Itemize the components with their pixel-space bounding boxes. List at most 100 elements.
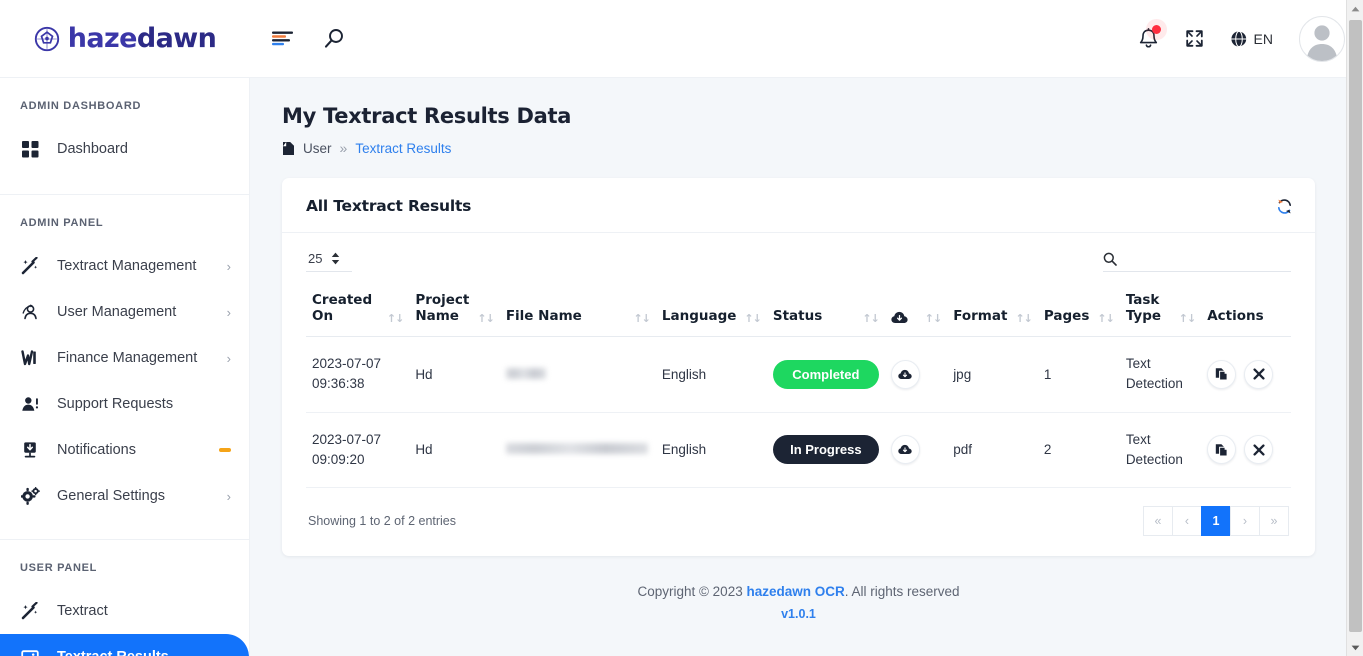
row-actions (1207, 359, 1285, 389)
page-length-value: 25 (308, 251, 323, 266)
cell-pages: 1 (1037, 336, 1120, 413)
search-icon[interactable] (324, 28, 345, 49)
breadcrumb-separator: » (339, 140, 348, 156)
cell-status: In Progress (766, 412, 885, 488)
showing-entries-text: Showing 1 to 2 of 2 entries (308, 514, 457, 528)
col-label: Language (661, 308, 737, 324)
sidebar-item-label: User Management (57, 304, 177, 320)
card-header: All Textract Results (282, 178, 1315, 233)
copyright-prefix: Copyright © 2023 (637, 584, 747, 599)
sidebar-item-textract-results[interactable]: Textract Results (0, 634, 249, 656)
close-x-icon[interactable] (1244, 359, 1274, 389)
bell-icon[interactable] (1138, 24, 1161, 50)
col-label: Status (772, 308, 823, 324)
expand-fullscreen-icon[interactable] (1185, 29, 1204, 48)
sidebar-item-general-settings[interactable]: General Settings › (0, 473, 249, 519)
col-task-type[interactable]: Task Type ↑↓ (1119, 282, 1202, 337)
gears-settings-icon (20, 487, 40, 505)
cell-download (884, 412, 948, 488)
col-status[interactable]: Status ↑↓ (766, 282, 885, 337)
sort-updown-icon: ↑↓ (744, 312, 761, 325)
cloud-download-icon[interactable] (890, 435, 920, 465)
brand-logo[interactable]: hazedawn (0, 23, 250, 54)
pagination-page-1[interactable]: 1 (1201, 506, 1231, 536)
sidebar-item-notifications[interactable]: Notifications (0, 427, 249, 473)
breadcrumb-current[interactable]: Textract Results (355, 141, 451, 156)
status-badge: In Progress (772, 435, 879, 465)
sidebar-item-support-requests[interactable]: Support Requests (0, 381, 249, 427)
results-table: Created On ↑↓ Project Name ↑↓ File Name … (306, 282, 1291, 488)
copyright-line: Copyright © 2023 hazedawn OCR. All right… (282, 584, 1315, 599)
language-label: EN (1253, 30, 1273, 47)
scroll-down-arrow-icon[interactable] (1347, 639, 1363, 656)
pagination-first[interactable]: « (1143, 506, 1173, 536)
pagination-prev[interactable]: ‹ (1172, 506, 1202, 536)
page-title: My Textract Results Data (282, 104, 572, 128)
created-on-time: 09:36:38 (312, 376, 365, 392)
table-search[interactable] (1103, 251, 1291, 272)
task-type-line1: Text (1125, 431, 1151, 447)
sort-updown-icon: ↑↓ (1015, 312, 1032, 325)
col-file-name[interactable]: File Name ↑↓ (499, 282, 656, 337)
col-language[interactable]: Language ↑↓ (655, 282, 767, 337)
scrollbar-thumb[interactable] (1349, 20, 1362, 632)
col-project-name[interactable]: Project Name ↑↓ (409, 282, 500, 337)
chevron-right-icon: › (226, 258, 231, 274)
status-badge: Completed (772, 359, 879, 389)
col-pages[interactable]: Pages ↑↓ (1037, 282, 1120, 337)
task-type-line1: Text (1125, 356, 1151, 371)
copyright-suffix: . All rights reserved (844, 584, 960, 599)
sidebar-item-textract-management[interactable]: Textract Management › (0, 243, 249, 289)
copy-duplicate-icon[interactable] (1207, 359, 1237, 389)
col-label: Project Name (415, 292, 470, 324)
cloud-download-icon[interactable] (890, 359, 920, 389)
table-row[interactable]: 2023-07-07 09:36:38 Hd English Completed… (306, 336, 1291, 413)
user-support-icon (20, 395, 40, 413)
main-content: My Textract Results Data User » Textract… (250, 78, 1363, 656)
cell-format: jpg (947, 336, 1038, 413)
copy-duplicate-icon[interactable] (1207, 435, 1237, 465)
created-on-date: 2023-07-07 (312, 356, 382, 371)
search-input[interactable] (1127, 251, 1291, 266)
sort-updown-icon: ↑↓ (924, 312, 942, 325)
col-download[interactable]: ↑↓ (884, 282, 948, 337)
cell-created-on: 2023-07-07 09:09:20 (306, 412, 410, 488)
topbar-left-actions (272, 28, 345, 49)
sidebar-item-finance-management[interactable]: Finance Management › (0, 335, 249, 381)
close-x-icon[interactable] (1244, 435, 1274, 465)
breadcrumb-root[interactable]: User (303, 141, 332, 156)
scroll-up-arrow-icon[interactable] (1347, 0, 1363, 17)
hamburger-menu-icon[interactable] (272, 31, 294, 47)
body-row: ADMIN DASHBOARD Dashboard ADMIN PANEL Te… (0, 78, 1363, 656)
col-label: Created On (312, 292, 373, 324)
hazedawn-globe-logo-icon (34, 26, 60, 52)
finance-chart-icon (20, 349, 40, 367)
footer-brand[interactable]: hazedawn OCR (746, 584, 844, 599)
cell-task-type: Text Detection (1119, 412, 1202, 488)
avatar[interactable] (1299, 15, 1345, 62)
language-switcher[interactable]: EN (1230, 30, 1273, 48)
sort-updown-icon: ↑↓ (862, 312, 879, 325)
col-label: Actions (1207, 308, 1264, 324)
pagination-last[interactable]: » (1259, 506, 1289, 536)
sidebar-item-textract[interactable]: Textract (0, 588, 249, 634)
sidebar-section-title-admin-panel: ADMIN PANEL (20, 217, 104, 229)
cell-task-type: Text Detection (1119, 336, 1202, 413)
col-format[interactable]: Format ↑↓ (947, 282, 1038, 337)
refresh-sync-icon[interactable] (1276, 198, 1293, 215)
pagination: « ‹ 1 › » (1143, 506, 1289, 536)
pagination-next[interactable]: › (1230, 506, 1260, 536)
sidebar-item-user-management[interactable]: User Management › (0, 289, 249, 335)
notification-box-icon (20, 441, 40, 459)
cell-project-name: Hd (409, 412, 500, 488)
sidebar-divider (0, 539, 249, 540)
card-body: 25 Created On ↑↓ Project Name ↑↓ File Na… (282, 233, 1315, 556)
table-row[interactable]: 2023-07-07 09:09:20 Hd English In Progre… (306, 412, 1291, 488)
cell-actions (1201, 336, 1291, 413)
col-created-on[interactable]: Created On ↑↓ (306, 282, 410, 337)
sidebar-item-dashboard[interactable]: Dashboard (0, 126, 249, 172)
page-scrollbar[interactable] (1346, 0, 1363, 656)
brand-name: hazedawn (67, 23, 217, 54)
page-length-select[interactable]: 25 (306, 249, 352, 272)
sidebar-section-title-admin-dashboard: ADMIN DASHBOARD (20, 100, 142, 112)
